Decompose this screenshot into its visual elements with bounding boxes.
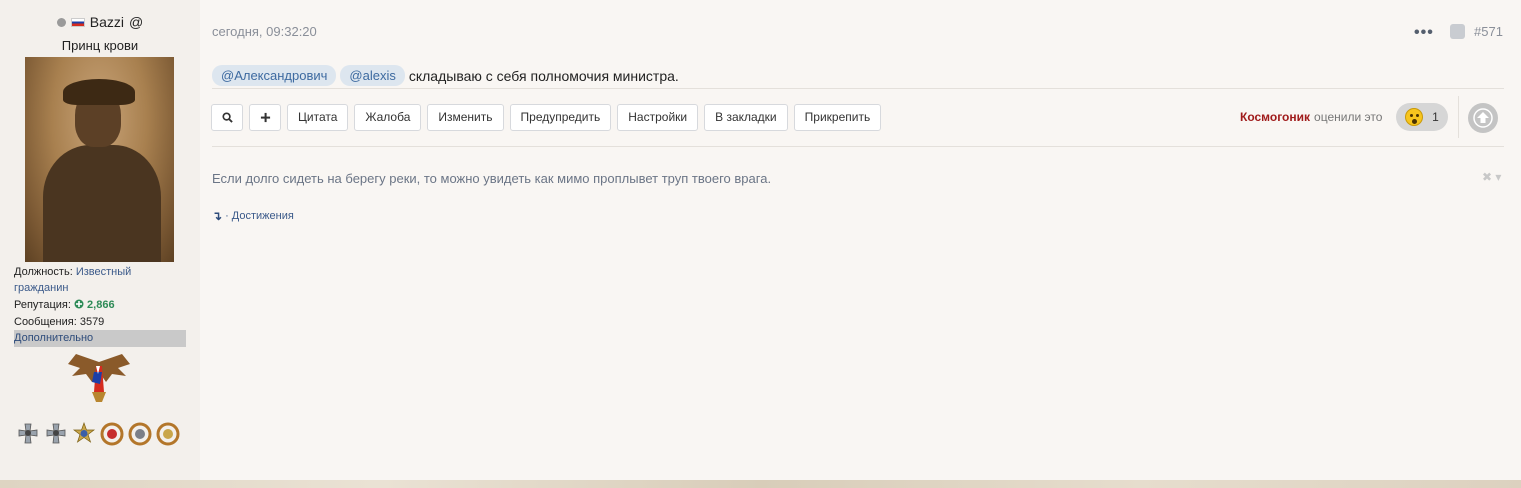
author-title: Принц крови xyxy=(61,38,139,53)
reactions-suffix: оценили это xyxy=(1314,110,1383,124)
position-label: Должность: xyxy=(14,266,73,278)
russia-flag-icon xyxy=(70,17,85,27)
add-button[interactable] xyxy=(249,104,281,131)
reputation-value: 2,866 xyxy=(87,299,115,311)
posts-label: Сообщения: xyxy=(14,316,77,328)
divider xyxy=(1458,96,1459,138)
avatar[interactable] xyxy=(25,57,174,262)
reacting-user-link[interactable]: Космогоник xyxy=(1240,110,1310,124)
wreath-order-icon[interactable] xyxy=(128,422,152,446)
wreath-order-icon[interactable] xyxy=(156,422,180,446)
author-panel: Bazzi @ Принц крови Должность: Известный… xyxy=(0,0,200,480)
warn-button[interactable]: Предупредить xyxy=(509,104,612,131)
post-toolbar: Цитата Жалоба Изменить Предупредить Наст… xyxy=(211,104,882,131)
signature-text: Если долго сидеть на берегу реки, то мож… xyxy=(212,171,772,186)
post-text: складываю с себя полномочия министра. xyxy=(408,67,679,84)
plus-circle-icon xyxy=(74,299,84,309)
medals-row xyxy=(16,422,180,446)
post-body: @Александрович @alexis складываю с себя … xyxy=(212,65,679,86)
achievements-label[interactable]: · Достижения xyxy=(225,210,294,222)
position-value-line2: гражданин xyxy=(14,282,69,294)
mention-link[interactable]: @Александрович xyxy=(212,65,337,86)
offline-status-icon xyxy=(56,17,66,27)
divider xyxy=(212,88,1504,89)
reaction-button[interactable]: 1 xyxy=(1396,103,1448,131)
page-background-strip xyxy=(0,480,1521,488)
pin-button[interactable]: Прикрепить xyxy=(793,104,882,131)
more-info-toggle[interactable]: Дополнительно xyxy=(14,330,186,347)
wreath-order-icon[interactable] xyxy=(100,422,124,446)
quote-button[interactable]: Цитата xyxy=(287,104,349,131)
eagle-emblem-icon xyxy=(68,354,130,402)
search-button[interactable] xyxy=(211,104,243,131)
author-position: Должность: Известный гражданин xyxy=(14,264,131,296)
hide-signature-icon[interactable]: ✖ ▾ xyxy=(1482,170,1501,184)
plus-icon xyxy=(260,112,270,123)
mention-author-button[interactable]: @ xyxy=(129,14,143,30)
position-value: Известный xyxy=(75,266,132,278)
star-order-icon[interactable] xyxy=(72,422,96,446)
author-posts: Сообщения: 3579 xyxy=(14,314,104,330)
bookmark-button[interactable]: В закладки xyxy=(704,104,788,131)
reaction-count: 1 xyxy=(1432,110,1439,124)
reactions-summary: Космогоник оценили это xyxy=(1240,110,1382,124)
divider xyxy=(212,146,1504,147)
arrow-up-icon xyxy=(1473,108,1493,128)
achievements-link[interactable]: ↴ · Достижения xyxy=(212,209,294,223)
select-post-checkbox[interactable] xyxy=(1450,24,1465,39)
surprised-emoji-icon xyxy=(1405,108,1424,126)
author-name-line: Bazzi @ xyxy=(0,14,200,30)
cross-medal-icon[interactable] xyxy=(44,422,68,446)
post-number[interactable]: #571 xyxy=(1474,24,1503,39)
arrow-down-icon: ↴ xyxy=(212,209,223,223)
edit-button[interactable]: Изменить xyxy=(427,104,504,131)
author-name[interactable]: Bazzi xyxy=(90,14,124,30)
report-button[interactable]: Жалоба xyxy=(354,104,422,131)
settings-button[interactable]: Настройки xyxy=(617,104,699,131)
mention-link[interactable]: @alexis xyxy=(340,65,405,86)
post-content: сегодня, 09:32:20 ••• #571 @Александрови… xyxy=(200,0,1521,480)
reputation-label: Репутация: xyxy=(14,299,71,311)
cross-medal-icon[interactable] xyxy=(16,422,40,446)
author-reputation: Репутация: 2,866 xyxy=(14,297,115,313)
posts-value: 3579 xyxy=(79,316,105,328)
search-icon xyxy=(221,112,233,123)
upvote-button[interactable] xyxy=(1468,103,1498,133)
more-options-icon[interactable]: ••• xyxy=(1414,24,1434,42)
post-date[interactable]: сегодня, 09:32:20 xyxy=(212,24,317,39)
